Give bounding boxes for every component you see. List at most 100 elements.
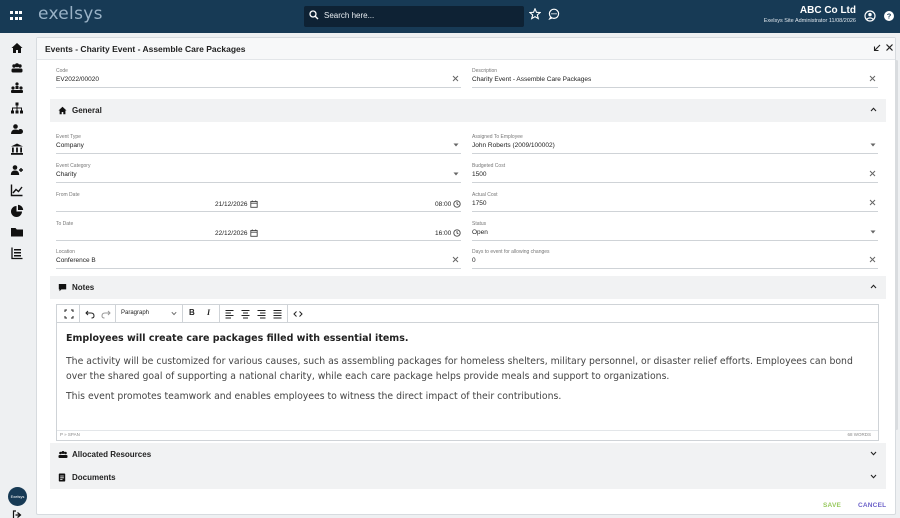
dropdown-arrow-icon[interactable] xyxy=(453,143,459,147)
code-value[interactable]: EV2022/00020 xyxy=(56,76,99,83)
location-field[interactable]: Location Conference B xyxy=(56,249,461,269)
chevron-down-icon[interactable] xyxy=(870,474,877,479)
page-scrollbar[interactable] xyxy=(895,60,898,430)
align-right-icon[interactable] xyxy=(257,308,266,320)
clear-icon[interactable] xyxy=(869,256,876,263)
event-type-value: Company xyxy=(56,142,84,149)
from-date-label: From Date xyxy=(56,192,80,198)
clear-icon[interactable] xyxy=(452,256,459,263)
org-icon[interactable] xyxy=(10,81,24,95)
section-title: Notes xyxy=(72,283,95,292)
notes-editor[interactable]: Paragraph B I Employees will create care… xyxy=(56,304,879,441)
editor-paragraph: The activity will be customized for vari… xyxy=(66,356,853,382)
from-time-value[interactable]: 08:00 xyxy=(435,201,451,208)
clock-icon[interactable] xyxy=(453,229,461,237)
italic-button[interactable]: I xyxy=(207,308,210,317)
apps-grid-icon[interactable] xyxy=(10,11,22,21)
user-line: Exelsys Site Administrator 11/08/2026 xyxy=(763,18,856,24)
chart-line-icon[interactable] xyxy=(10,183,24,197)
editor-content[interactable]: Employees will create care packages fill… xyxy=(66,331,872,404)
to-date-label: To Date xyxy=(56,221,74,227)
home-icon xyxy=(58,106,67,115)
bold-button[interactable]: B xyxy=(189,308,195,317)
dropdown-arrow-icon[interactable] xyxy=(870,143,876,147)
dropdown-arrow-icon[interactable] xyxy=(870,230,876,234)
home-icon[interactable] xyxy=(10,41,24,55)
code-field[interactable]: Code EV2022/00020 xyxy=(56,68,461,88)
avatar[interactable]: Exelsys xyxy=(8,487,27,506)
event-form-panel: Events - Charity Event - Assemble Care P… xyxy=(36,37,896,515)
fullscreen-icon[interactable] xyxy=(64,308,74,320)
align-left-icon[interactable] xyxy=(225,308,234,320)
event-category-label: Event Category xyxy=(56,163,91,169)
save-button[interactable]: SAVE xyxy=(823,502,841,509)
search-input[interactable]: Search here... xyxy=(324,11,374,20)
chevron-down-icon[interactable] xyxy=(870,451,877,456)
logout-icon[interactable] xyxy=(12,510,22,518)
dropdown-arrow-icon[interactable] xyxy=(453,172,459,176)
align-center-icon[interactable] xyxy=(241,308,250,320)
status-select[interactable]: Status Open xyxy=(472,221,878,241)
section-documents[interactable]: Documents xyxy=(50,466,886,489)
description-field[interactable]: Description Charity Event - Assemble Car… xyxy=(472,68,878,88)
paragraph-style-select[interactable]: Paragraph xyxy=(121,310,149,316)
description-value[interactable]: Charity Event - Assemble Care Packages xyxy=(472,76,591,83)
user-add-icon[interactable] xyxy=(10,163,24,177)
search-box[interactable]: Search here... xyxy=(304,6,524,27)
clear-icon[interactable] xyxy=(452,75,459,82)
undo-icon[interactable] xyxy=(85,308,95,320)
favorite-star-icon[interactable] xyxy=(529,8,541,20)
folder-icon[interactable] xyxy=(10,225,24,239)
app-logo[interactable]: exelsys xyxy=(38,4,103,24)
team-icon xyxy=(58,451,68,458)
hierarchy-icon[interactable] xyxy=(10,101,24,115)
user-group-icon[interactable] xyxy=(10,122,24,136)
section-general[interactable]: General xyxy=(50,99,886,122)
list-icon[interactable] xyxy=(10,246,24,260)
from-date-value[interactable]: 21/12/2026 xyxy=(215,201,248,208)
section-allocated-resources[interactable]: Allocated Resources xyxy=(50,443,886,466)
minimize-icon[interactable] xyxy=(873,44,881,52)
help-icon[interactable]: ? xyxy=(883,10,895,22)
to-time-value[interactable]: 16:00 xyxy=(435,230,451,237)
days-to-event-value[interactable]: 0 xyxy=(472,257,476,264)
toolbar-divider xyxy=(287,305,288,323)
location-value[interactable]: Conference B xyxy=(56,257,96,264)
cancel-button[interactable]: CANCEL xyxy=(858,502,886,509)
company-name: ABC Co Ltd xyxy=(799,5,856,16)
actual-cost-value[interactable]: 1750 xyxy=(472,200,486,207)
pie-chart-icon[interactable] xyxy=(10,204,24,218)
clear-icon[interactable] xyxy=(869,199,876,206)
clear-icon[interactable] xyxy=(869,75,876,82)
budgeted-cost-field[interactable]: Budgeted Cost 1500 xyxy=(472,163,878,183)
editor-paragraph: Employees will create care packages fill… xyxy=(66,333,409,344)
chat-icon[interactable] xyxy=(548,8,560,20)
bank-icon[interactable] xyxy=(10,142,24,156)
search-icon xyxy=(309,10,319,20)
to-date-value[interactable]: 22/12/2026 xyxy=(215,230,248,237)
source-code-icon[interactable] xyxy=(293,308,303,320)
chevron-up-icon[interactable] xyxy=(870,107,877,112)
event-category-value: Charity xyxy=(56,171,77,178)
calendar-icon[interactable] xyxy=(250,229,258,237)
align-justify-icon[interactable] xyxy=(273,308,282,320)
section-notes[interactable]: Notes xyxy=(50,276,886,299)
chevron-down-icon[interactable] xyxy=(171,311,177,316)
days-to-event-field[interactable]: Days to event for allowing changes 0 xyxy=(472,249,878,269)
assigned-employee-select[interactable]: Assigned To Employee John Roberts (2009/… xyxy=(472,134,878,154)
redo-icon[interactable] xyxy=(101,308,111,320)
team-icon[interactable] xyxy=(10,61,24,75)
calendar-icon[interactable] xyxy=(250,200,258,208)
close-icon[interactable] xyxy=(885,43,894,52)
actual-cost-field[interactable]: Actual Cost 1750 xyxy=(472,192,878,212)
clock-icon[interactable] xyxy=(453,200,461,208)
event-category-select[interactable]: Event Category Charity xyxy=(56,163,461,183)
budgeted-cost-value[interactable]: 1500 xyxy=(472,171,486,178)
from-date-field[interactable]: From Date 21/12/2026 08:00 xyxy=(56,192,461,212)
event-type-select[interactable]: Event Type Company xyxy=(56,134,461,154)
clear-icon[interactable] xyxy=(869,170,876,177)
editor-statusbar: P » SPAN 68 WORDS xyxy=(57,430,878,440)
chevron-up-icon[interactable] xyxy=(870,284,877,289)
to-date-field[interactable]: To Date 22/12/2026 16:00 xyxy=(56,221,461,241)
account-icon[interactable] xyxy=(864,10,876,22)
